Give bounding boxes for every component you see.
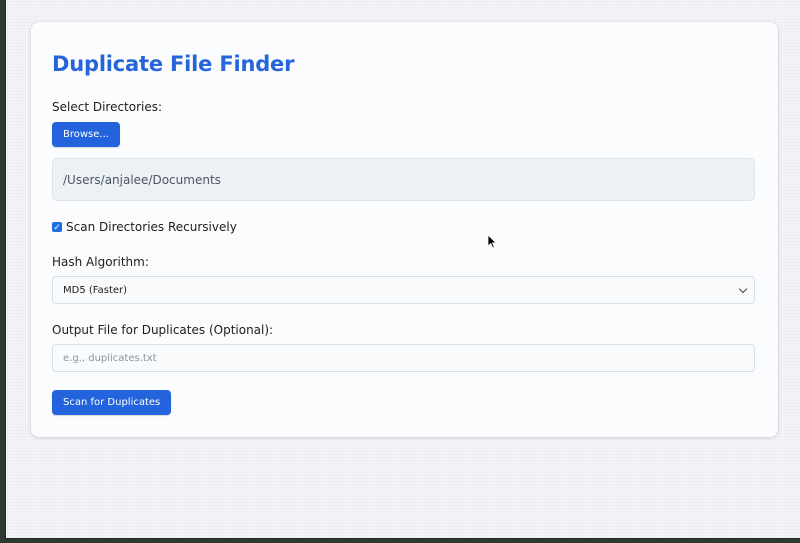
main-card: Duplicate File Finder Select Directories… [31,22,778,437]
hash-algorithm-select[interactable]: MD5 (Faster) [52,276,755,304]
app-window: Duplicate File Finder Select Directories… [5,0,800,539]
select-directories-label: Select Directories: [52,100,163,114]
recursive-checkbox[interactable]: ✓ [52,222,62,232]
recursive-option[interactable]: ✓ Scan Directories Recursively [52,220,237,234]
chevron-down-icon [738,284,748,293]
selected-path-text: /Users/anjalee/Documents [63,172,221,187]
hash-algorithm-label: Hash Algorithm: [52,255,149,269]
scan-button[interactable]: Scan for Duplicates [52,390,172,415]
output-file-input[interactable] [52,344,755,372]
page-title: Duplicate File Finder [52,52,295,76]
output-file-label: Output File for Duplicates (Optional): [52,323,274,337]
selected-directories-display: /Users/anjalee/Documents [52,158,755,201]
mouse-pointer-icon [487,234,497,249]
browse-button[interactable]: Browse... [52,122,120,147]
recursive-label: Scan Directories Recursively [66,220,237,234]
checkmark-icon: ✓ [53,222,61,232]
hash-algorithm-value: MD5 (Faster) [63,284,128,296]
